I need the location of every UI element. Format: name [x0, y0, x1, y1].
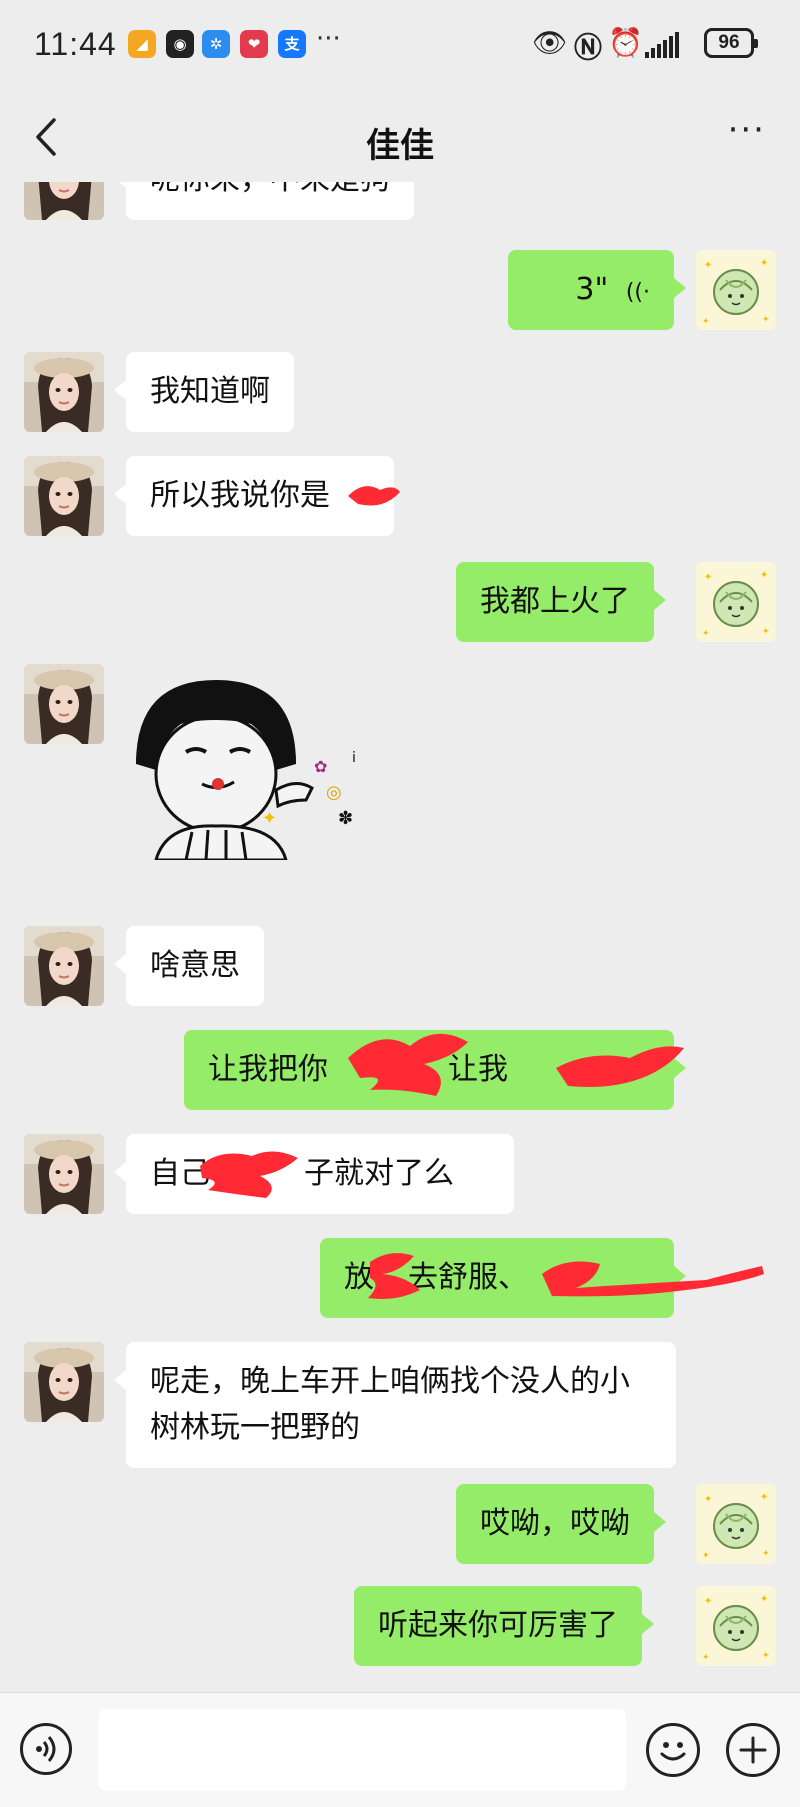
self-avatar[interactable]	[696, 1586, 776, 1666]
notification-overflow-icon: ···	[316, 24, 341, 54]
message-bubble-sent[interactable]: 听起来你可厉害了	[354, 1586, 654, 1666]
message-list[interactable]: ✦ ✦ ✦ ✦ 呢你来，不来是狗 3" ((· 我知道啊 所以我说你是 我都上火…	[0, 182, 800, 1692]
message-bubble-received[interactable]: 啥意思	[114, 926, 264, 1006]
message-text: ，让我	[418, 1052, 508, 1087]
voice-message-bubble[interactable]: 3" ((·	[508, 250, 686, 330]
message-bubble-sent[interactable]: 让我把你 ，让我	[184, 1030, 686, 1110]
contact-avatar[interactable]	[24, 926, 104, 1006]
self-avatar[interactable]	[696, 1484, 776, 1564]
snowflake-app-icon: ✲	[202, 30, 230, 58]
status-bar: 11:44 ◢ ◉ ✲ ❤ 支 ··· 👁 Ⓝ ⏰ 96	[0, 0, 800, 92]
message-text: 放	[344, 1260, 374, 1295]
message-bubble-sent[interactable]: 我都上火了	[456, 562, 666, 642]
message-bubble-sent[interactable]: 哎呦，哎呦	[456, 1484, 666, 1564]
more-functions-button[interactable]	[726, 1723, 780, 1777]
orange-app-icon: ◢	[128, 30, 156, 58]
message-bubble-received[interactable]: 呢你来，不来是狗	[114, 182, 414, 220]
message-bubble-received[interactable]: 呢走，晚上车开上咱俩找个没人的小树林玩一把野的	[114, 1342, 676, 1468]
svg-text:✽: ✽	[338, 808, 353, 829]
message-text: 子就对了么	[304, 1156, 454, 1191]
svg-text:✦: ✦	[262, 808, 277, 829]
contact-avatar[interactable]	[24, 182, 104, 220]
message-bubble-received[interactable]: 自己 子就对了么	[114, 1134, 514, 1214]
message-bubble-received[interactable]: 所以我说你是	[114, 456, 394, 536]
black-app-icon: ◉	[166, 30, 194, 58]
voice-input-button[interactable]	[20, 1723, 72, 1775]
chat-header: 佳佳 ···	[0, 92, 800, 182]
self-avatar[interactable]	[696, 250, 776, 330]
contact-avatar[interactable]	[24, 1134, 104, 1214]
signal-icon	[645, 32, 681, 58]
emoji-button[interactable]	[646, 1723, 700, 1777]
smiley-icon	[660, 1742, 686, 1761]
svg-text:✿: ✿	[314, 757, 327, 776]
alipay-icon: 支	[278, 30, 306, 58]
mushroom-head-meme-sticker[interactable]: ✿ ◎ i ✽ ✦	[126, 674, 376, 862]
contact-avatar[interactable]	[24, 1342, 104, 1422]
more-options-icon[interactable]: ···	[728, 110, 766, 150]
message-bubble-sent[interactable]: 放去舒服、	[320, 1238, 686, 1318]
self-avatar[interactable]	[696, 562, 776, 642]
alarm-icon: ⏰	[608, 26, 643, 59]
heart-app-icon: ❤	[240, 30, 268, 58]
battery-icon: 96	[704, 28, 758, 58]
voice-wave-icon: ((·	[625, 280, 650, 305]
voice-duration: 3"	[575, 272, 609, 307]
message-input[interactable]	[98, 1709, 626, 1791]
message-text: 让我把你	[208, 1052, 328, 1087]
svg-text:i: i	[352, 750, 356, 766]
eye-icon: 👁	[532, 26, 568, 59]
nfc-icon: Ⓝ	[574, 31, 603, 64]
chat-title: 佳佳	[366, 126, 434, 166]
message-bubble-received[interactable]: 我知道啊	[114, 352, 294, 432]
message-text: 自己	[150, 1156, 210, 1191]
voice-wave-icon	[36, 1736, 56, 1762]
contact-avatar[interactable]	[24, 664, 104, 744]
input-bar	[0, 1692, 800, 1807]
status-time: 11:44	[34, 26, 117, 62]
plus-icon	[739, 1736, 767, 1764]
message-text: 去舒服、	[408, 1260, 528, 1295]
svg-text:◎: ◎	[326, 782, 342, 803]
message-text: 所以我说你是	[150, 478, 330, 513]
contact-avatar[interactable]	[24, 352, 104, 432]
contact-avatar[interactable]	[24, 456, 104, 536]
